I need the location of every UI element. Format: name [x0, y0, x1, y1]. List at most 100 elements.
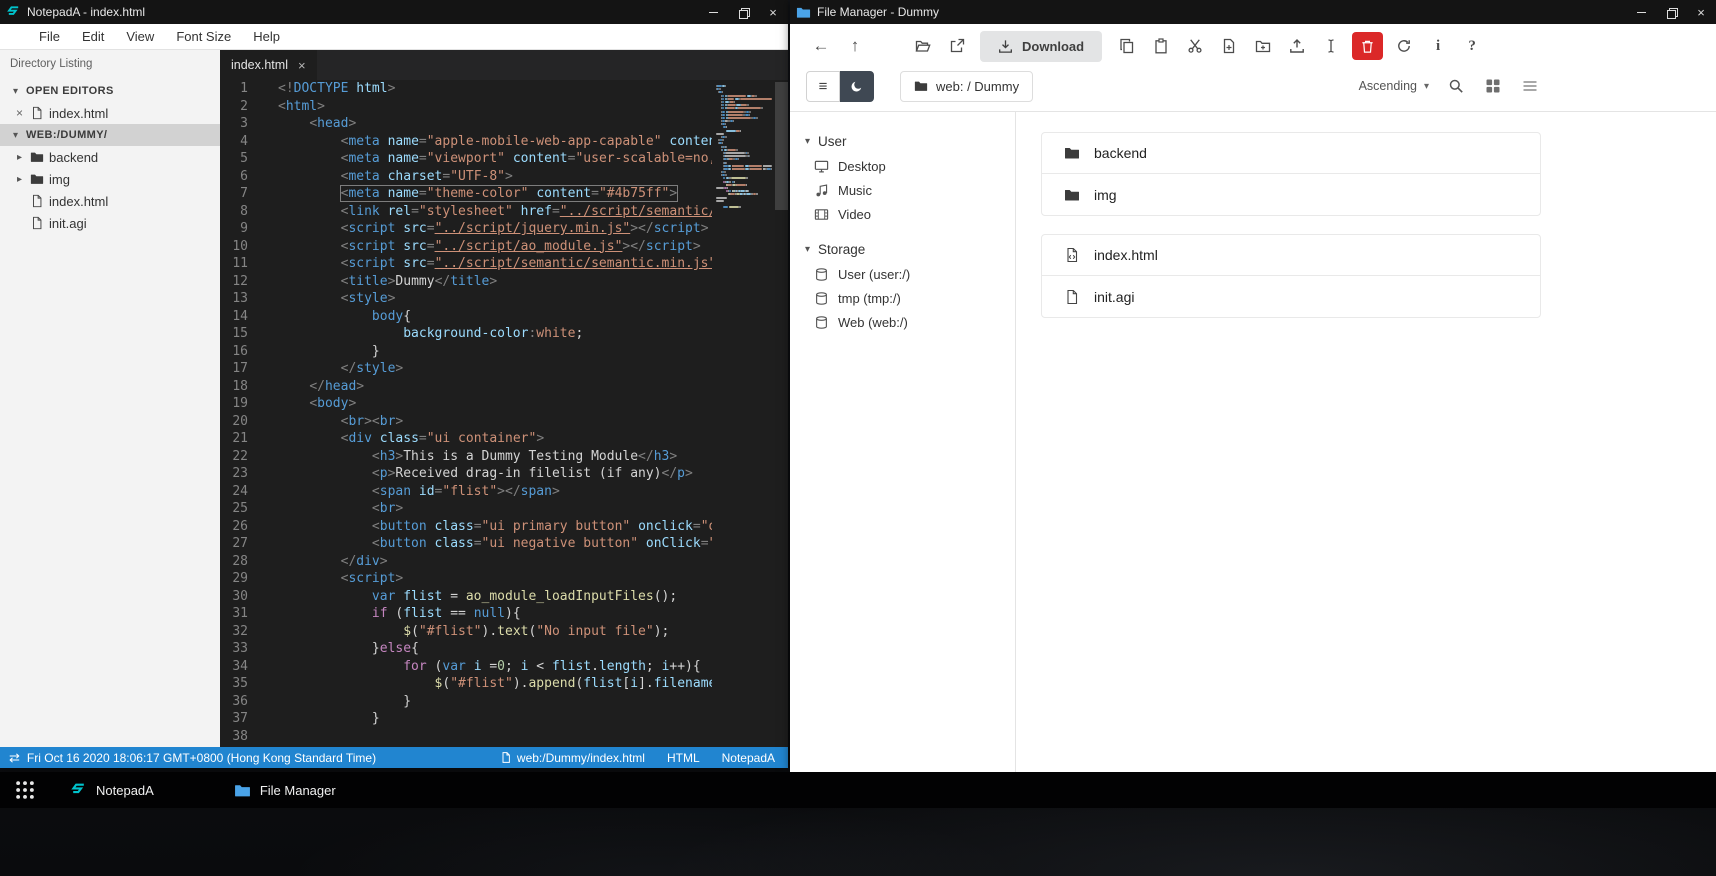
- sort-order-dropdown[interactable]: Ascending ▾: [1359, 79, 1429, 93]
- code-line-18: 18 </head>: [220, 378, 712, 396]
- download-button[interactable]: Download: [980, 30, 1103, 62]
- sidebar-item-label: tmp (tmp:/): [838, 290, 901, 306]
- maximize-button[interactable]: [1656, 0, 1686, 24]
- tab-index-html[interactable]: index.html ×: [220, 50, 317, 80]
- cut-button[interactable]: [1180, 31, 1210, 61]
- menu-font-size[interactable]: Font Size: [165, 24, 242, 49]
- rename-button[interactable]: [1316, 31, 1346, 61]
- statusbar-filepath-item[interactable]: web:/Dummy/index.html: [500, 751, 645, 765]
- maximize-icon: [1666, 7, 1678, 19]
- file-row-img[interactable]: img: [1042, 174, 1540, 215]
- grid-view-icon: [1485, 78, 1501, 94]
- code-line-15: 15 background-color:white;: [220, 325, 712, 343]
- sidebar-section-user[interactable]: ▾ User: [790, 128, 1015, 154]
- close-icon: ×: [1697, 4, 1705, 20]
- delete-button[interactable]: [1352, 32, 1384, 60]
- restore-button[interactable]: [728, 0, 758, 24]
- minimap[interactable]: [716, 85, 772, 209]
- menu-file[interactable]: File: [28, 24, 71, 49]
- statusbar-language[interactable]: HTML: [667, 751, 700, 765]
- tab-close-icon[interactable]: ×: [298, 58, 306, 73]
- list-view-button[interactable]: [1520, 76, 1540, 96]
- line-number: 24: [232, 483, 248, 499]
- sidebar-section-storage[interactable]: ▾ Storage: [790, 236, 1015, 262]
- sidebar-item-label: Video: [838, 206, 872, 222]
- file-row-index-html[interactable]: index.html: [1042, 235, 1540, 276]
- file-row-backend[interactable]: backend: [1042, 133, 1540, 174]
- close-button[interactable]: ×: [758, 0, 788, 24]
- open-editor-item[interactable]: × index.html: [0, 102, 220, 124]
- minimize-icon: [1636, 11, 1646, 13]
- sidebar-item-video[interactable]: Video: [790, 202, 1015, 226]
- menu-toggle-button[interactable]: ≡: [806, 70, 840, 102]
- dark-mode-button[interactable]: [840, 70, 874, 102]
- download-label: Download: [1022, 38, 1085, 54]
- tree-item-index.html[interactable]: index.html: [0, 190, 220, 212]
- sync-icon[interactable]: ⇄: [9, 750, 20, 766]
- menu-view[interactable]: View: [115, 24, 165, 49]
- sidebar-item-label: Desktop: [838, 158, 886, 174]
- up-button[interactable]: ↑: [840, 31, 870, 61]
- line-number: 32: [232, 623, 248, 639]
- breadcrumb[interactable]: web: / Dummy: [900, 70, 1034, 102]
- statusbar-appname[interactable]: NotepadA: [722, 751, 775, 765]
- minimize-button[interactable]: [698, 0, 728, 24]
- help-icon: ?: [1468, 37, 1476, 54]
- help-button[interactable]: ?: [1457, 31, 1487, 61]
- code-editor[interactable]: 1 <!DOCTYPE html> 2 <html> 3 <head> 4 <meta n…: [220, 80, 712, 747]
- new-folder-button[interactable]: [1248, 31, 1278, 61]
- file-row-init-agi[interactable]: init.agi: [1042, 276, 1540, 317]
- open-external-button[interactable]: [942, 31, 972, 61]
- directory-listing-header: Directory Listing: [10, 58, 93, 70]
- file-name: init.agi: [1094, 288, 1135, 305]
- code-line-2: 2 <html>: [220, 98, 712, 116]
- menu-help[interactable]: Help: [242, 24, 291, 49]
- tree-item-backend[interactable]: ▸ backend: [0, 146, 220, 168]
- menu-edit[interactable]: Edit: [71, 24, 115, 49]
- close-file-icon[interactable]: ×: [14, 106, 25, 120]
- sidebar-item-tmp-tmp-[interactable]: tmp (tmp:/): [790, 286, 1015, 310]
- upload-button[interactable]: [1282, 31, 1312, 61]
- paste-icon: [1153, 38, 1169, 54]
- line-number: 34: [232, 658, 248, 674]
- back-button[interactable]: ←: [806, 31, 836, 61]
- new-file-button[interactable]: [1214, 31, 1244, 61]
- taskbar-item-notepada[interactable]: NotepadA: [60, 772, 164, 808]
- list-view-icon: [1522, 78, 1538, 94]
- line-number: 9: [240, 221, 248, 236]
- caret-down-icon: ▾: [805, 135, 811, 147]
- close-button[interactable]: ×: [1686, 0, 1716, 24]
- info-button[interactable]: i: [1423, 31, 1453, 61]
- editor-scrollbar[interactable]: [775, 82, 788, 210]
- file-tree: ▸ backend ▸ img index.html init.agi: [0, 146, 220, 234]
- taskbar-item-label: NotepadA: [96, 782, 154, 798]
- code-line-26: 26 <button class="ui primary button" onc…: [220, 518, 712, 536]
- caret-down-icon: ▾: [12, 129, 19, 141]
- taskbar-item-file-manager[interactable]: File Manager: [224, 772, 346, 808]
- sidebar-item-web-web-[interactable]: Web (web:/): [790, 310, 1015, 334]
- refresh-button[interactable]: [1389, 31, 1419, 61]
- grid-view-button[interactable]: [1483, 76, 1503, 96]
- caret-right-icon: ▸: [16, 151, 23, 163]
- workspace-root[interactable]: ▾ WEB:/DUMMY/: [0, 124, 220, 146]
- code-line-20: 20 <br><br>: [220, 413, 712, 431]
- filemanager-titlebar: File Manager - Dummy ×: [790, 0, 1716, 24]
- drive-icon: [814, 291, 829, 306]
- code-line-34: 34 for (var i =0; i < flist.length; i++)…: [220, 658, 712, 676]
- sidebar-item-desktop[interactable]: Desktop: [790, 154, 1015, 178]
- sidebar-item-user-user-[interactable]: User (user:/): [790, 262, 1015, 286]
- tree-item-img[interactable]: ▸ img: [0, 168, 220, 190]
- minimize-button[interactable]: [1626, 0, 1656, 24]
- paste-button[interactable]: [1146, 31, 1176, 61]
- open-folder-button[interactable]: [908, 31, 938, 61]
- line-number: 14: [232, 308, 248, 324]
- open-editors-section[interactable]: ▾ OPEN EDITORS: [0, 80, 220, 102]
- sidebar-item-music[interactable]: Music: [790, 178, 1015, 202]
- app-launcher-button[interactable]: [14, 779, 36, 801]
- code-line-19: 19 <body>: [220, 395, 712, 413]
- tree-item-init.agi[interactable]: init.agi: [0, 212, 220, 234]
- new-file-icon: [1221, 38, 1237, 54]
- search-button[interactable]: [1446, 76, 1466, 96]
- line-number: 13: [232, 291, 248, 306]
- copy-button[interactable]: [1112, 31, 1142, 61]
